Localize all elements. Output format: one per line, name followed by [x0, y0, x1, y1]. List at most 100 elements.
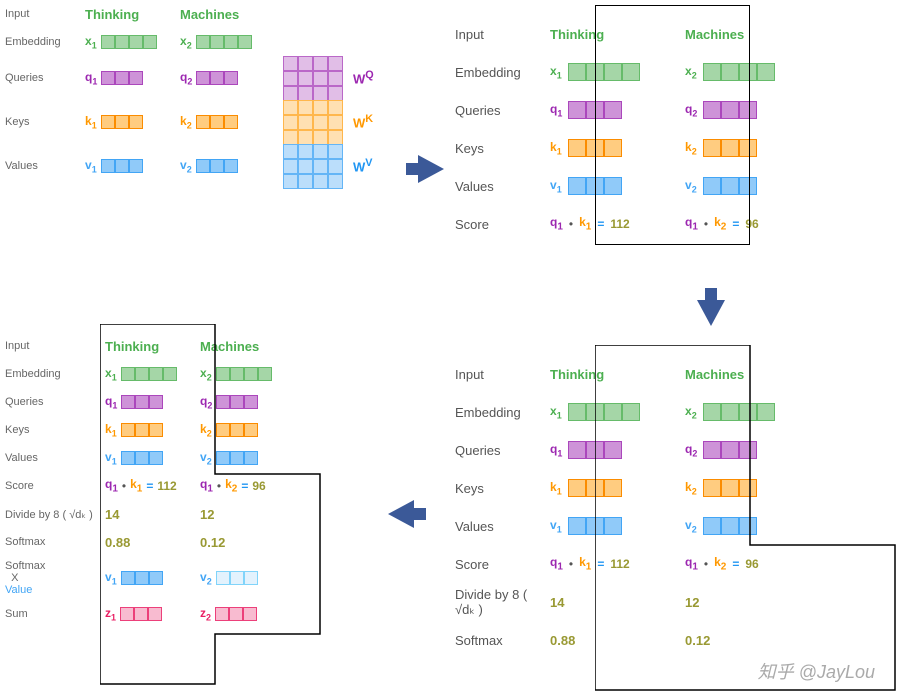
k2-3: k2 [685, 480, 697, 496]
x2-2: x2 [685, 64, 697, 80]
q2-2: q2 [685, 102, 697, 118]
q2-4: q2 [200, 394, 212, 410]
sv2-4: v2 [200, 570, 212, 586]
wk-label: WK [353, 113, 373, 130]
lbl-emb-2: Embedding [455, 65, 550, 80]
z1v4 [120, 607, 162, 621]
word2-3: Machines [685, 367, 744, 382]
wv-label: WV [353, 157, 373, 174]
panel-top-right: Input Thinking Machines Embedding x1 x2 … [455, 15, 895, 243]
k1-label: k1 [85, 114, 97, 130]
v1v3 [568, 517, 622, 535]
q2v4 [216, 395, 258, 409]
v2-label: v2 [180, 158, 192, 174]
div1-4: 14 [105, 507, 119, 522]
word1-2: Thinking [550, 27, 604, 42]
lbl-input-4: Input [5, 340, 105, 352]
v2-3: v2 [685, 518, 697, 534]
x1-4: x1 [105, 366, 117, 382]
v1v4 [121, 451, 163, 465]
word2-2: Machines [685, 27, 744, 42]
v1-2: v1 [550, 178, 562, 194]
lbl-k-4: Keys [5, 424, 105, 436]
word2-4: Machines [200, 339, 259, 354]
k1-4: k1 [105, 422, 117, 438]
q1-3: q1 [550, 442, 562, 458]
word2: Machines [180, 7, 239, 22]
q2-vec-2 [703, 101, 757, 119]
lbl-sm-4: Softmax [5, 536, 105, 548]
lbl-sm-3: Softmax [455, 633, 550, 648]
x2v3 [703, 403, 775, 421]
lbl-v-3: Values [455, 519, 550, 534]
score1-3: q1 • k1 = 112 [550, 555, 685, 572]
sm1-4: 0.88 [105, 535, 130, 550]
sv2v4 [216, 571, 258, 585]
panel-bottom-right: Input Thinking Machines Embedding x1 x2 … [455, 355, 895, 659]
v1-vec [101, 159, 143, 173]
word1-3: Thinking [550, 367, 604, 382]
k1v4 [121, 423, 163, 437]
arrow-3-to-4 [388, 500, 414, 528]
lbl-sum-4: Sum [5, 608, 105, 620]
k2-label: k2 [180, 114, 192, 130]
watermark: 知乎 @JayLou [758, 658, 875, 684]
x2-vec-2 [703, 63, 775, 81]
wq-label: WQ [353, 69, 374, 86]
arrow-1-to-2 [418, 155, 444, 183]
q1-2: q1 [550, 102, 562, 118]
v2v4 [216, 451, 258, 465]
k2-2: k2 [685, 140, 697, 156]
k1-vec [101, 115, 143, 129]
q1-4: q1 [105, 394, 117, 410]
v1-label: v1 [85, 158, 97, 174]
lbl-smxv-4: Softmax XValue [5, 560, 105, 596]
sm2-3: 0.12 [685, 633, 710, 648]
k1-2: k1 [550, 140, 562, 156]
div2-3: 12 [685, 595, 699, 610]
panel-top-left: Input Thinking Machines Embedding x1 x2 … [5, 0, 405, 188]
v2-vec [196, 159, 238, 173]
k2-vec-2 [703, 139, 757, 157]
k1v3 [568, 479, 622, 497]
lbl-score-3: Score [455, 557, 550, 572]
x2-vec [196, 35, 252, 49]
sv1v4 [121, 571, 163, 585]
v2v3 [703, 517, 757, 535]
x2v4 [216, 367, 272, 381]
v2-2: v2 [685, 178, 697, 194]
x1v4 [121, 367, 177, 381]
x1-vec-2 [568, 63, 640, 81]
wq-matrix [283, 56, 343, 101]
x2-4: x2 [200, 366, 212, 382]
score1-4: q1 • k1 = 112 [105, 477, 200, 494]
x1-2: x1 [550, 64, 562, 80]
lbl-score-2: Score [455, 217, 550, 232]
lbl-q-4: Queries [5, 396, 105, 408]
k2v4 [216, 423, 258, 437]
x1-vec [101, 35, 157, 49]
lbl-q-2: Queries [455, 103, 550, 118]
score2-4: q1 • k2 = 96 [200, 477, 295, 494]
lbl-values: Values [5, 160, 85, 172]
z2-4: z2 [200, 606, 211, 622]
q2-label: q2 [180, 70, 192, 86]
lbl-queries: Queries [5, 72, 85, 84]
div2-4: 12 [200, 507, 214, 522]
arrow-2-to-3 [697, 300, 725, 326]
q2-3: q2 [685, 442, 697, 458]
div1-3: 14 [550, 595, 564, 610]
k2v3 [703, 479, 757, 497]
x2-label: x2 [180, 34, 192, 50]
lbl-k-2: Keys [455, 141, 550, 156]
score1-2: q1 • k1 = 112 [550, 215, 685, 232]
lbl-emb-4: Embedding [5, 368, 105, 380]
lbl-v-4: Values [5, 452, 105, 464]
k2-4: k2 [200, 422, 212, 438]
k2-vec [196, 115, 238, 129]
x1v3 [568, 403, 640, 421]
lbl-embedding: Embedding [5, 36, 85, 48]
z1-4: z1 [105, 606, 116, 622]
lbl-div-4: Divide by 8 ( √dₖ ) [5, 508, 105, 521]
lbl-q-3: Queries [455, 443, 550, 458]
